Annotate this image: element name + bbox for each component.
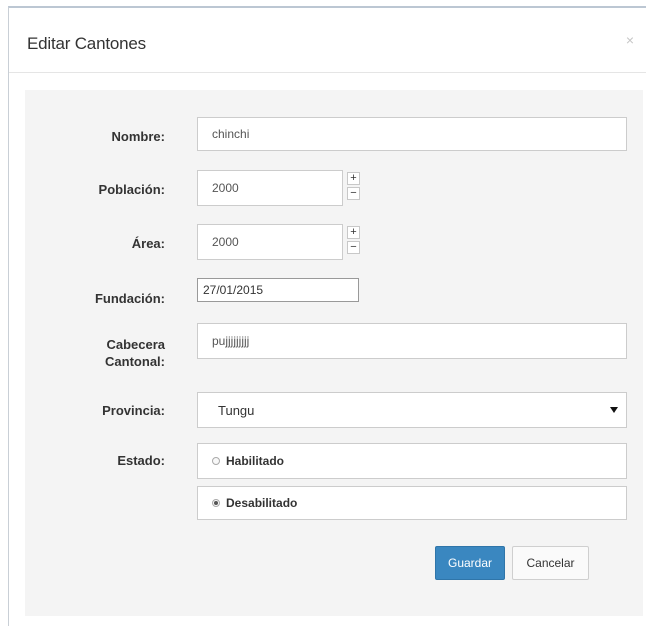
cabecera-label-line2: Cantonal:	[105, 354, 165, 369]
estado-option-label: Desabilitado	[226, 496, 298, 510]
area-increment-button[interactable]: +	[347, 226, 360, 239]
area-label: Área:	[131, 236, 165, 251]
nombre-input[interactable]: chinchi	[197, 117, 627, 151]
poblacion-decrement-button[interactable]: −	[347, 187, 360, 200]
radio-unchecked-icon[interactable]	[212, 457, 220, 465]
estado-option-habilitado[interactable]: Habilitado	[197, 443, 627, 479]
fundacion-date-input[interactable]: 27/01/2015	[197, 278, 359, 302]
area-input[interactable]: 2000	[197, 224, 343, 260]
estado-option-label: Habilitado	[226, 454, 285, 468]
cabecera-label: Cabecera Cantonal:	[45, 336, 165, 370]
estado-option-desabilitado[interactable]: Desabilitado	[197, 486, 627, 520]
cabecera-label-line1: Cabecera	[106, 337, 165, 352]
edit-cantones-modal: Editar Cantones × Nombre: chinchi Poblac…	[8, 6, 646, 626]
nombre-label: Nombre:	[111, 129, 165, 144]
radio-checked-icon[interactable]	[212, 499, 220, 507]
provincia-select[interactable]: Tungu	[197, 392, 627, 428]
provincia-selected-value: Tungu	[218, 402, 255, 418]
poblacion-input[interactable]: 2000	[197, 170, 343, 206]
modal-header: Editar Cantones ×	[9, 8, 646, 73]
modal-title: Editar Cantones	[27, 34, 146, 53]
area-decrement-button[interactable]: −	[347, 241, 360, 254]
form-panel: Nombre: chinchi Población: 2000 + − Área…	[25, 90, 643, 616]
fundacion-label: Fundación:	[94, 291, 165, 306]
cabecera-input[interactable]: pujjjjjjjjj	[197, 323, 627, 359]
provincia-label: Provincia:	[102, 403, 165, 418]
close-icon[interactable]: ×	[626, 32, 634, 48]
poblacion-stepper: + −	[343, 172, 363, 202]
cancel-button[interactable]: Cancelar	[512, 546, 589, 580]
area-stepper: + −	[343, 226, 363, 256]
poblacion-increment-button[interactable]: +	[347, 172, 360, 185]
poblacion-label: Población:	[98, 182, 165, 197]
estado-label: Estado:	[117, 453, 165, 468]
chevron-down-icon	[610, 407, 618, 413]
save-button[interactable]: Guardar	[435, 546, 505, 580]
